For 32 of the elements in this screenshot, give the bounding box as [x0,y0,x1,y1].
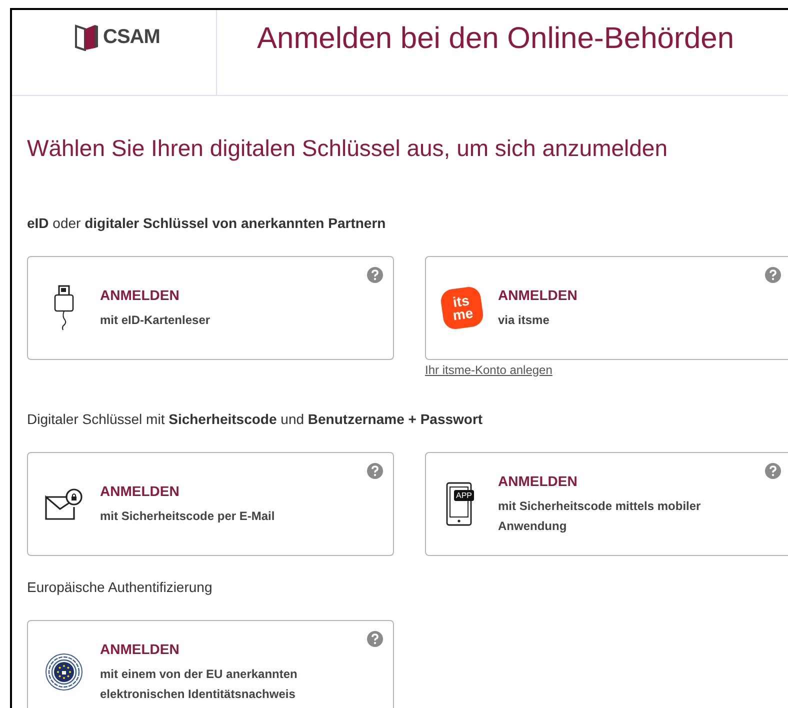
option-description: mit eID-Kartenleser [100,312,210,329]
section-heading: Wählen Sie Ihren digitalen Schlüssel aus, um sich anzumelden [27,135,668,161]
help-icon[interactable] [367,462,383,478]
option-action: ANMELDEN [100,640,180,659]
logo-text: CSAM [103,25,160,50]
group-heading: eID oder digitaler Schlüssel von anerkannten Partnern [27,214,386,230]
login-option-card[interactable]: ANMELDEN mit Sicherheitscode per E-Mail [27,452,394,556]
option-description: mit Sicherheitscode mittels mobiler Anwendung [498,498,702,535]
help-icon[interactable] [367,630,383,646]
option-action: ANMELDEN [498,286,578,305]
help-icon[interactable] [765,462,781,478]
option-action: ANMELDEN [100,286,180,305]
login-option-card[interactable]: its me ANMELDEN via itsme [425,256,788,360]
option-description: mit einem von der EU anerkannten elektronischen Identitätsnachweis [100,666,298,703]
login-option-card[interactable]: ANMELDEN mit eID-Kartenleser [27,256,394,360]
csam-logo-icon [75,23,99,51]
option-action: ANMELDEN [498,472,578,491]
page-title: Anmelden bei den Online-Behörden [257,22,734,55]
envelope-lock-icon [45,488,83,520]
create-account-link[interactable]: Ihr itsme-Konto anlegen [425,362,552,378]
group-heading: Digitaler Schlüssel mit Sicherheitscode und Benutzername + Passwort [27,410,483,426]
login-option-card[interactable]: APP ANMELDEN mit Sicherheitscode mittels mobiler Anwendung [425,452,788,556]
group-heading: Europäische Authentifizierung [27,578,212,594]
itsme-logo: its me [439,284,485,330]
login-option-card[interactable]: ANMELDEN mit einem von der EU anerkannten elektronischen Identitätsnachweis [27,620,394,708]
option-description: mit Sicherheitscode per E-Mail [100,508,275,525]
option-description: via itsme [498,312,550,329]
card-reader-icon [53,284,75,330]
option-action: ANMELDEN [100,482,180,501]
help-icon[interactable] [765,266,781,282]
help-icon[interactable] [367,266,383,282]
eu-seal-icon [45,652,83,690]
